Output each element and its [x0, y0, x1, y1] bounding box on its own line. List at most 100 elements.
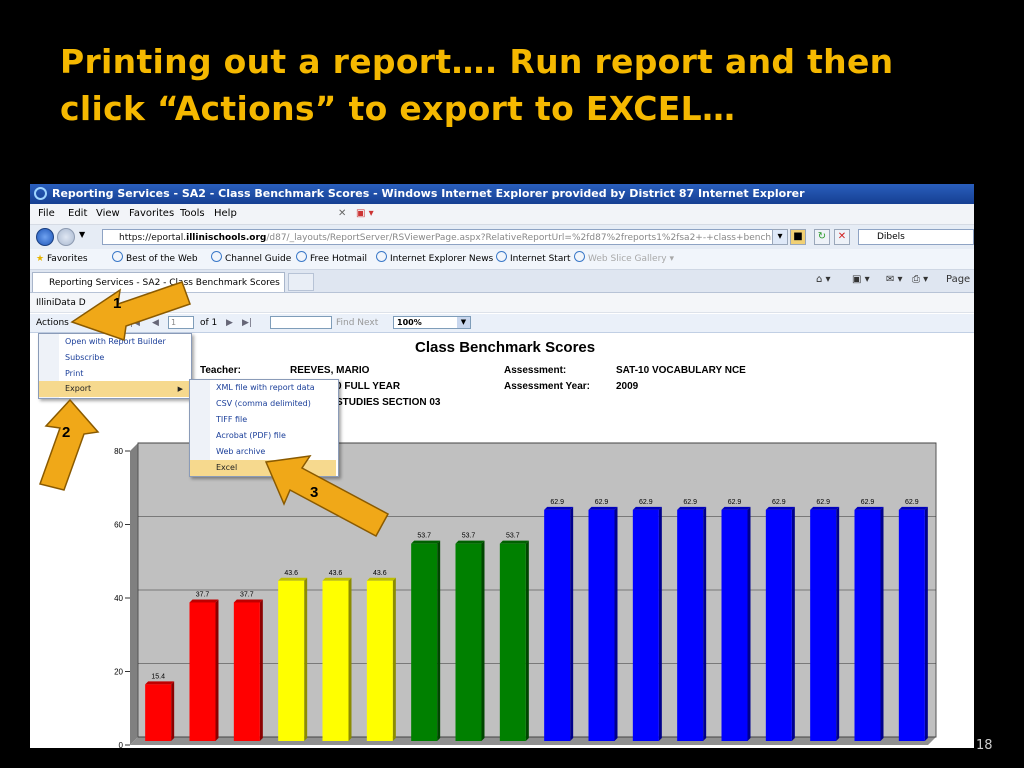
bar-side: [304, 577, 308, 741]
export-excel[interactable]: Excel: [190, 460, 336, 476]
export-submenu: XML file with report data CSV (comma del…: [189, 379, 339, 477]
export-xml[interactable]: XML file with report data: [190, 380, 336, 396]
history-dropdown-icon[interactable]: ▼: [79, 230, 85, 239]
page-number-input[interactable]: 1: [168, 316, 194, 329]
bar-value-label: 53.7: [506, 533, 520, 540]
menu-bar: File Edit View Favorites Tools Help ✕ ▣ …: [30, 204, 974, 225]
export-web-archive[interactable]: Web archive: [190, 444, 336, 460]
bar-side: [481, 540, 485, 741]
favorites-button[interactable]: ★ Favorites: [36, 249, 88, 269]
bar-side: [791, 506, 795, 741]
page-menu[interactable]: Page: [946, 274, 970, 285]
bar-value-label: 53.7: [417, 533, 431, 540]
print-icon[interactable]: ⎙ ▾: [912, 274, 928, 285]
forward-icon[interactable]: [57, 228, 75, 246]
fav-free-hotmail[interactable]: Free Hotmail: [296, 249, 367, 269]
next-page-icon[interactable]: ▶: [226, 314, 233, 332]
bar-side: [658, 506, 662, 741]
tab-bar: Reporting Services - SA2 - Class Benchma…: [30, 270, 974, 293]
menu-subscribe[interactable]: Subscribe: [39, 350, 189, 366]
bar-value-label: 62.9: [861, 499, 875, 506]
menu-favorites[interactable]: Favorites: [129, 204, 174, 224]
bar-value-label: 15.4: [151, 673, 165, 680]
menu-open-report-builder[interactable]: Open with Report Builder: [39, 334, 189, 350]
ie-page-icon: [496, 251, 507, 262]
back-icon[interactable]: [36, 228, 54, 246]
slide-page-number: 18: [976, 738, 993, 753]
fav-ie-news[interactable]: Internet Explorer News: [376, 249, 493, 269]
y-tick-label: 60: [114, 521, 123, 530]
fav-label: Web Slice Gallery: [588, 254, 667, 264]
bar-side: [437, 540, 441, 741]
address-domain: illinischools.org: [186, 233, 267, 243]
stop-icon[interactable]: ✕: [834, 229, 850, 245]
close-x-icon[interactable]: ✕: [338, 204, 346, 224]
menu-edit[interactable]: Edit: [68, 204, 87, 224]
bar: [810, 509, 837, 741]
actions-menu-button[interactable]: Actions: [36, 314, 69, 332]
bar-value-label: 62.9: [728, 499, 742, 506]
refresh-icon[interactable]: ↻: [814, 229, 830, 245]
slide-title: Printing out a report…. Run report and t…: [60, 38, 980, 132]
slide-title-line-1: Printing out a report…. Run report and t…: [60, 42, 894, 81]
menu-help[interactable]: Help: [214, 204, 237, 224]
browser-screenshot: Reporting Services - SA2 - Class Benchma…: [30, 184, 974, 748]
menu-print[interactable]: Print: [39, 366, 189, 382]
bar-side: [924, 506, 928, 741]
fav-web-slice-gallery[interactable]: Web Slice Gallery ▾: [574, 249, 674, 269]
bar-top: [322, 577, 352, 581]
actions-menu: Open with Report Builder Subscribe Print…: [38, 333, 192, 399]
y-tick-label: 0: [119, 741, 124, 748]
bar-side: [836, 506, 840, 741]
export-csv[interactable]: CSV (comma delimited): [190, 396, 336, 412]
ie-page-icon: [574, 251, 585, 262]
fav-channel-guide[interactable]: Channel Guide: [211, 249, 291, 269]
bar: [145, 684, 172, 741]
menu-tools[interactable]: Tools: [180, 204, 205, 224]
menu-export[interactable]: Export ▶: [39, 381, 189, 397]
first-page-icon[interactable]: |◀: [130, 314, 140, 332]
menu-export-label: Export: [65, 384, 92, 393]
bar-top: [898, 506, 928, 510]
bar-side: [703, 506, 707, 741]
search-input[interactable]: Dibels: [858, 229, 974, 245]
callout-number-1: 1: [113, 295, 122, 312]
feeds-icon[interactable]: ▣ ▾: [852, 274, 870, 285]
menu-view[interactable]: View: [96, 204, 120, 224]
slide-title-line-2: click “Actions” to export to EXCEL…: [60, 89, 736, 128]
last-page-icon[interactable]: ▶|: [242, 314, 252, 332]
bar-side: [747, 506, 751, 741]
favorites-bar: ★ Favorites Best of the Web Channel Guid…: [30, 249, 974, 270]
find-next-link[interactable]: Find Next: [336, 314, 378, 332]
snagit-icon[interactable]: ▣ ▾: [356, 204, 374, 224]
fav-internet-start[interactable]: Internet Start: [496, 249, 571, 269]
star-icon: ★: [36, 254, 45, 264]
export-tiff[interactable]: TIFF file: [190, 412, 336, 428]
bar-value-label: 62.9: [772, 499, 786, 506]
zoom-select[interactable]: 100% ▼: [393, 316, 471, 329]
prev-page-icon[interactable]: ◀: [152, 314, 159, 332]
bar: [411, 543, 438, 741]
export-pdf[interactable]: Acrobat (PDF) file: [190, 428, 336, 444]
home-icon[interactable]: ⌂ ▾: [816, 274, 831, 285]
y-tick-label: 20: [114, 668, 123, 677]
bar-value-label: 62.9: [905, 499, 919, 506]
bar-side: [348, 577, 352, 741]
address-dropdown-icon[interactable]: ▾: [772, 229, 788, 245]
page-count: of 1: [200, 318, 218, 328]
mail-icon[interactable]: ✉ ▾: [886, 274, 903, 285]
find-input[interactable]: [270, 316, 332, 329]
menu-file[interactable]: File: [38, 204, 55, 224]
tab-reporting-services[interactable]: Reporting Services - SA2 - Class Benchma…: [32, 272, 285, 292]
new-tab-button[interactable]: [288, 273, 314, 291]
fav-best-of-web[interactable]: Best of the Web: [112, 249, 198, 269]
ie-page-icon: [376, 251, 387, 262]
address-input[interactable]: https://eportal.illinischools.org/d87/_l…: [102, 229, 774, 245]
bar: [677, 509, 704, 741]
bar: [322, 580, 349, 741]
bar-top: [810, 506, 840, 510]
report-body: Class Benchmark Scores Teacher: REEVES, …: [30, 333, 974, 748]
zoom-value: 100%: [397, 318, 422, 327]
lock-icon[interactable]: ■: [790, 229, 806, 245]
bar: [278, 580, 305, 741]
